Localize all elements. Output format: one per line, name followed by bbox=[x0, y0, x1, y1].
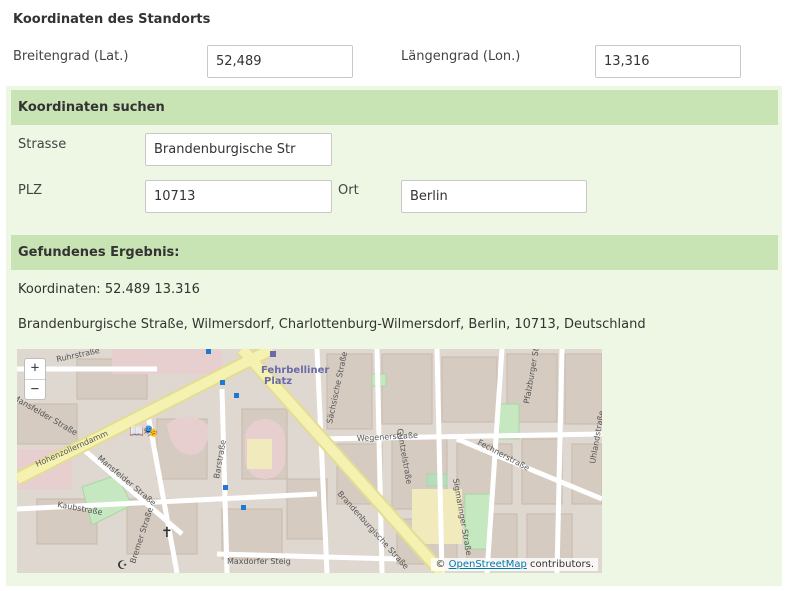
longitude-input[interactable] bbox=[595, 45, 741, 78]
map-zoom-control: + − bbox=[24, 358, 46, 400]
zoom-in-button[interactable]: + bbox=[25, 359, 45, 379]
latitude-label: Breitengrad (Lat.) bbox=[13, 49, 129, 64]
openstreetmap-link[interactable]: OpenStreetMap bbox=[449, 559, 527, 570]
longitude-label: Längengrad (Lon.) bbox=[401, 49, 521, 64]
city-input[interactable] bbox=[401, 180, 587, 213]
map-tiles[interactable]: Fehrbelliner Platz 📖 🎭 ✝ ☪ Ruhrstraße Ho… bbox=[17, 349, 602, 573]
library-icon: 📖 bbox=[129, 424, 144, 438]
mosque-icon: ☪ bbox=[117, 558, 128, 572]
map-street-label: Maxdorfer Steig bbox=[227, 557, 291, 566]
zip-input[interactable] bbox=[145, 180, 332, 213]
map-place-label-2: Platz bbox=[264, 376, 292, 387]
result-section-title: Gefundenes Ergebnis: bbox=[11, 235, 778, 270]
latitude-input[interactable] bbox=[207, 45, 353, 78]
map-place-label-1: Fehrbelliner bbox=[261, 365, 329, 376]
location-section-title: Koordinaten des Standorts bbox=[13, 12, 211, 27]
city-label: Ort bbox=[338, 183, 359, 198]
map-attribution: © OpenStreetMap contributors. bbox=[431, 558, 598, 571]
zip-label: PLZ bbox=[18, 183, 42, 198]
result-address: Brandenburgische Straße, Wilmersdorf, Ch… bbox=[18, 317, 646, 332]
church-icon: ✝ bbox=[161, 525, 173, 541]
street-input[interactable] bbox=[145, 133, 332, 166]
map-view[interactable]: Fehrbelliner Platz 📖 🎭 ✝ ☪ Ruhrstraße Ho… bbox=[17, 349, 602, 573]
attribution-suffix: contributors. bbox=[526, 559, 594, 570]
theatre-icon: 🎭 bbox=[143, 424, 158, 438]
search-section-title: Koordinaten suchen bbox=[11, 90, 778, 125]
result-coordinates: Koordinaten: 52.489 13.316 bbox=[18, 282, 200, 297]
street-label: Strasse bbox=[18, 137, 67, 152]
zoom-out-button[interactable]: − bbox=[25, 379, 45, 400]
attribution-prefix: © bbox=[435, 559, 449, 570]
